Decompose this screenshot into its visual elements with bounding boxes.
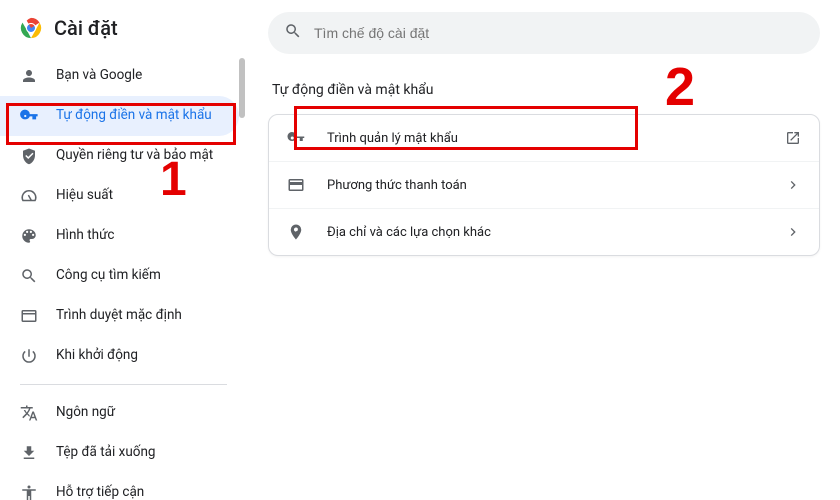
sidebar-item-label: Hỗ trợ tiếp cận	[56, 484, 144, 500]
sidebar: Cài đặt Bạn và Google Tự động điền và mậ…	[0, 0, 248, 500]
sidebar-header: Cài đặt	[0, 16, 247, 56]
row-label: Phương thức thanh toán	[327, 178, 763, 193]
search-icon	[284, 22, 302, 44]
sidebar-item-label: Bạn và Google	[56, 67, 142, 85]
chevron-right-icon	[785, 177, 801, 193]
section-title: Tự động điền và mật khẩu	[268, 82, 820, 98]
sidebar-item-default-browser[interactable]: Trình duyệt mặc định	[0, 296, 247, 336]
key-icon	[287, 129, 305, 147]
external-link-icon	[785, 130, 801, 146]
sidebar-item-on-startup[interactable]: Khi khởi động	[0, 336, 247, 376]
sidebar-item-label: Hình thức	[56, 227, 114, 245]
search-input[interactable]	[314, 25, 804, 41]
location-icon	[287, 223, 305, 241]
key-icon	[20, 107, 38, 125]
sidebar-item-label: Hiệu suất	[56, 187, 113, 205]
chrome-logo-icon	[20, 17, 42, 39]
shield-icon	[20, 147, 38, 165]
autofill-card: Trình quản lý mật khẩu Phương thức thanh…	[268, 114, 820, 256]
search-bar[interactable]	[268, 12, 820, 54]
sidebar-item-you-and-google[interactable]: Bạn và Google	[0, 56, 247, 96]
sidebar-item-label: Khi khởi động	[56, 347, 138, 365]
sidebar-item-autofill-passwords[interactable]: Tự động điền và mật khẩu	[0, 96, 239, 136]
sidebar-item-privacy-security[interactable]: Quyền riêng tư và bảo mật	[0, 136, 247, 176]
sidebar-item-label: Tự động điền và mật khẩu	[56, 107, 212, 125]
sidebar-item-search-engine[interactable]: Công cụ tìm kiếm	[0, 256, 247, 296]
power-icon	[20, 347, 38, 365]
speedometer-icon	[20, 187, 38, 205]
annotation-number-2: 2	[665, 56, 695, 118]
sidebar-item-label: Trình duyệt mặc định	[56, 307, 182, 325]
card-row-password-manager[interactable]: Trình quản lý mật khẩu	[269, 115, 819, 162]
translate-icon	[20, 404, 38, 422]
scrollbar-thumb[interactable]	[239, 58, 245, 118]
main-content: Tự động điền và mật khẩu Trình quản lý m…	[248, 0, 840, 500]
page-title: Cài đặt	[54, 16, 118, 40]
sidebar-item-performance[interactable]: Hiệu suất	[0, 176, 247, 216]
sidebar-item-label: Ngôn ngữ	[56, 404, 115, 422]
sidebar-item-label: Tệp đã tải xuống	[56, 444, 156, 462]
row-label: Trình quản lý mật khẩu	[327, 131, 763, 146]
card-row-payment-methods[interactable]: Phương thức thanh toán	[269, 162, 819, 209]
person-icon	[20, 67, 38, 85]
search-icon	[20, 267, 38, 285]
sidebar-item-downloads[interactable]: Tệp đã tải xuống	[0, 433, 247, 473]
sidebar-item-languages[interactable]: Ngôn ngữ	[0, 393, 247, 433]
chevron-right-icon	[785, 224, 801, 240]
divider	[20, 384, 227, 385]
sidebar-item-appearance[interactable]: Hình thức	[0, 216, 247, 256]
palette-icon	[20, 227, 38, 245]
annotation-number-1: 1	[160, 152, 187, 207]
sidebar-item-label: Công cụ tìm kiếm	[56, 267, 161, 285]
row-label: Địa chỉ và các lựa chọn khác	[327, 225, 763, 240]
card-row-addresses[interactable]: Địa chỉ và các lựa chọn khác	[269, 209, 819, 255]
browser-icon	[20, 307, 38, 325]
credit-card-icon	[287, 176, 305, 194]
download-icon	[20, 444, 38, 462]
sidebar-item-label: Quyền riêng tư và bảo mật	[56, 147, 213, 165]
accessibility-icon	[20, 484, 38, 500]
sidebar-item-accessibility[interactable]: Hỗ trợ tiếp cận	[0, 473, 247, 500]
